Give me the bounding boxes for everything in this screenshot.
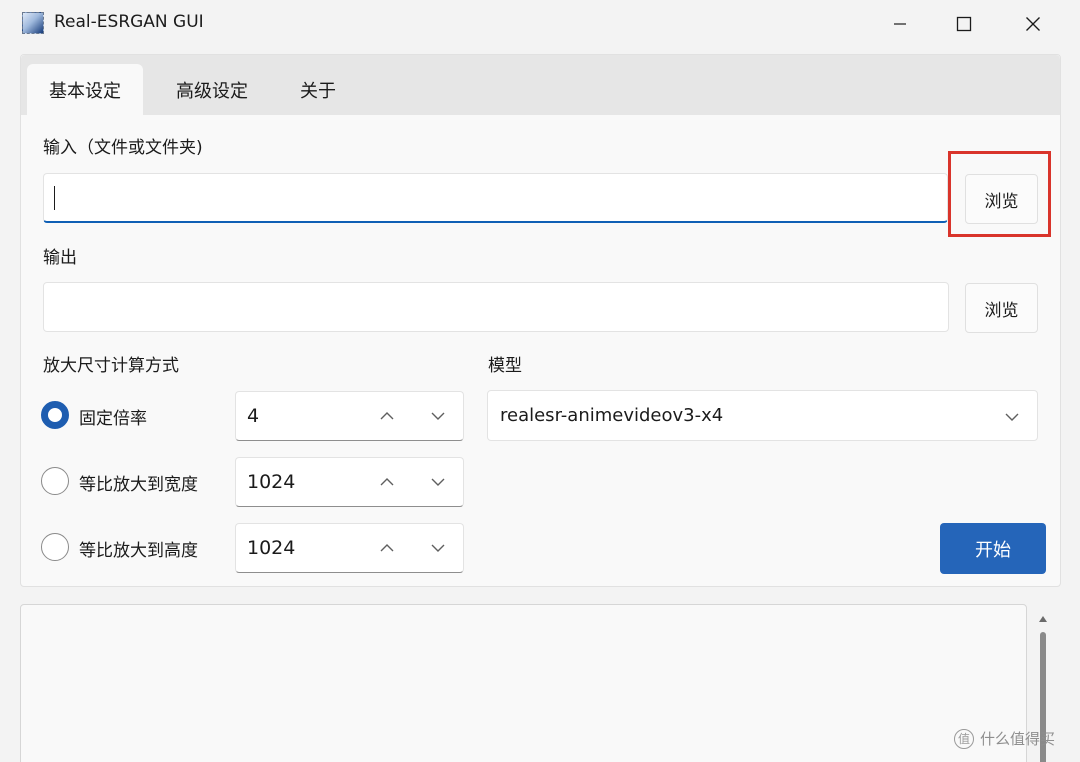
chevron-down-icon [1005,413,1019,421]
tab-advanced-settings[interactable]: 高级设定 [153,64,271,115]
fit-width-label: 等比放大到宽度 [79,475,198,495]
watermark-logo-icon: 值 [954,728,974,749]
output-browse-button[interactable]: 浏览 [965,283,1038,333]
tab-basic-settings[interactable]: 基本设定 [27,64,143,115]
radio-fit-height[interactable] [41,533,69,561]
radio-fit-width[interactable] [41,467,69,495]
input-label: 输入（文件或文件夹) [43,138,203,158]
minimize-icon [894,23,906,25]
close-button[interactable] [999,0,1067,48]
width-spinbox[interactable]: 1024 [235,457,464,507]
log-output-area[interactable] [20,604,1027,762]
title-bar: Real-ESRGAN GUI [0,0,1080,48]
chevron-up-icon[interactable] [379,474,395,490]
minimize-button[interactable] [866,0,934,48]
ratio-spinbox[interactable]: 4 [235,391,464,441]
chevron-down-icon[interactable] [430,540,446,556]
window-title: Real-ESRGAN GUI [54,12,204,32]
fit-height-label: 等比放大到高度 [79,541,198,561]
height-spinbox[interactable]: 1024 [235,523,464,573]
start-button[interactable]: 开始 [940,523,1046,574]
height-value: 1024 [247,537,296,559]
chevron-down-icon[interactable] [430,408,446,424]
model-selected-value: realesr-animevideov3-x4 [500,405,724,426]
width-value: 1024 [247,471,296,493]
scale-mode-label: 放大尺寸计算方式 [43,356,179,376]
maximize-button[interactable] [930,0,998,48]
maximize-icon [956,16,972,32]
chevron-up-icon[interactable] [379,540,395,556]
model-select[interactable]: realesr-animevideov3-x4 [487,390,1038,441]
tab-about[interactable]: 关于 [283,64,353,115]
watermark: 值 什么值得买 [954,728,1055,749]
model-label: 模型 [488,356,522,376]
chevron-down-icon[interactable] [430,474,446,490]
tab-strip: 基本设定 高级设定 关于 [21,55,1060,115]
ratio-value: 4 [247,405,260,427]
radio-fixed-ratio[interactable] [41,401,69,429]
watermark-text: 什么值得买 [980,730,1056,748]
scroll-up-arrow-icon[interactable] [1038,614,1048,624]
text-caret [54,186,55,210]
output-label: 输出 [43,248,77,268]
fixed-ratio-label: 固定倍率 [79,409,147,429]
highlight-box [948,151,1051,237]
close-icon [1026,17,1040,31]
app-image-icon [22,12,44,34]
chevron-up-icon[interactable] [379,408,395,424]
output-path-field[interactable] [43,282,949,332]
input-path-field[interactable] [43,173,948,223]
